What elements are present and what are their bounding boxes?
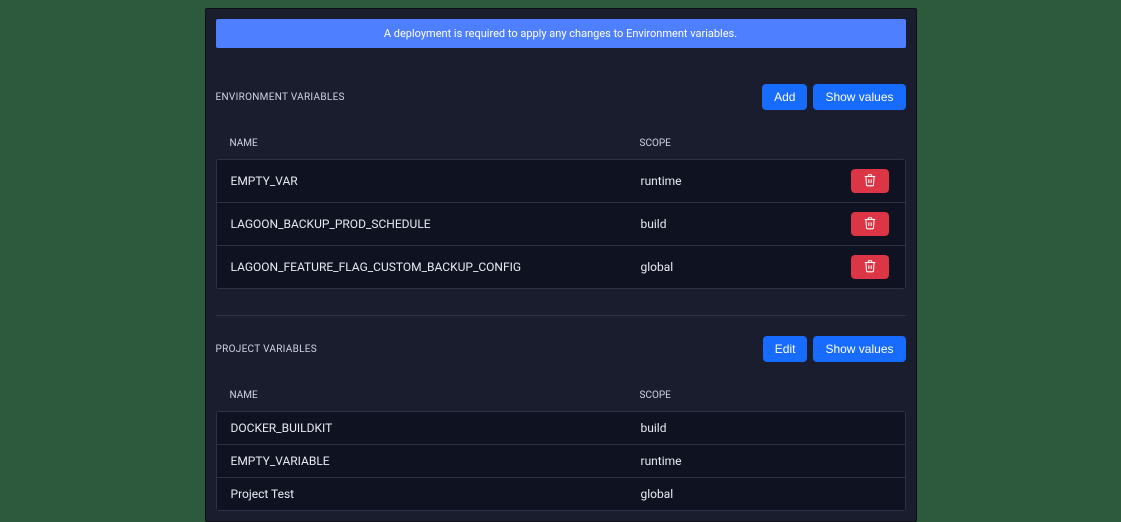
env-section-header: ENVIRONMENT VARIABLES Add Show values (216, 84, 906, 110)
proj-section-header: PROJECT VARIABLES Edit Show values (216, 336, 906, 362)
proj-section-title: PROJECT VARIABLES (216, 344, 318, 355)
banner-text: A deployment is required to apply any ch… (384, 27, 737, 40)
var-scope: build (641, 421, 891, 435)
delete-button[interactable] (851, 255, 889, 279)
var-name: EMPTY_VARIABLE (231, 454, 641, 468)
env-header-name: NAME (230, 138, 640, 149)
table-row: DOCKER_BUILDKIT build (217, 412, 905, 445)
proj-table-header: NAME SCOPE (216, 380, 906, 411)
var-scope: build (641, 217, 851, 231)
deployment-banner: A deployment is required to apply any ch… (216, 19, 906, 48)
var-name: DOCKER_BUILDKIT (231, 421, 641, 435)
edit-button[interactable]: Edit (763, 336, 808, 362)
env-section-title: ENVIRONMENT VARIABLES (216, 92, 345, 103)
var-scope: global (641, 260, 851, 274)
var-name: EMPTY_VAR (231, 174, 641, 188)
env-button-group: Add Show values (762, 84, 905, 110)
delete-button[interactable] (851, 212, 889, 236)
trash-icon (863, 259, 877, 276)
var-name: Project Test (231, 487, 641, 501)
var-scope: global (641, 487, 891, 501)
env-table-body: EMPTY_VAR runtime LAGOON_BACKUP_PROD_SCH… (216, 159, 906, 289)
proj-header-scope: SCOPE (640, 390, 892, 401)
delete-button[interactable] (851, 169, 889, 193)
var-name: LAGOON_BACKUP_PROD_SCHEDULE (231, 217, 641, 231)
settings-panel: A deployment is required to apply any ch… (205, 8, 917, 522)
table-row: LAGOON_FEATURE_FLAG_CUSTOM_BACKUP_CONFIG… (217, 246, 905, 288)
env-header-scope: SCOPE (640, 138, 852, 149)
proj-header-name: NAME (230, 390, 640, 401)
proj-table-body: DOCKER_BUILDKIT build EMPTY_VARIABLE run… (216, 411, 906, 511)
var-name: LAGOON_FEATURE_FLAG_CUSTOM_BACKUP_CONFIG (231, 260, 641, 274)
var-scope: runtime (641, 454, 891, 468)
var-scope: runtime (641, 174, 851, 188)
table-row: LAGOON_BACKUP_PROD_SCHEDULE build (217, 203, 905, 246)
trash-icon (863, 216, 877, 233)
show-values-button[interactable]: Show values (813, 84, 905, 110)
table-row: Project Test global (217, 478, 905, 510)
table-row: EMPTY_VAR runtime (217, 160, 905, 203)
add-button[interactable]: Add (762, 84, 807, 110)
table-row: EMPTY_VARIABLE runtime (217, 445, 905, 478)
show-values-button[interactable]: Show values (813, 336, 905, 362)
proj-button-group: Edit Show values (763, 336, 906, 362)
env-table-header: NAME SCOPE (216, 128, 906, 159)
trash-icon (863, 173, 877, 190)
section-divider (216, 315, 906, 316)
